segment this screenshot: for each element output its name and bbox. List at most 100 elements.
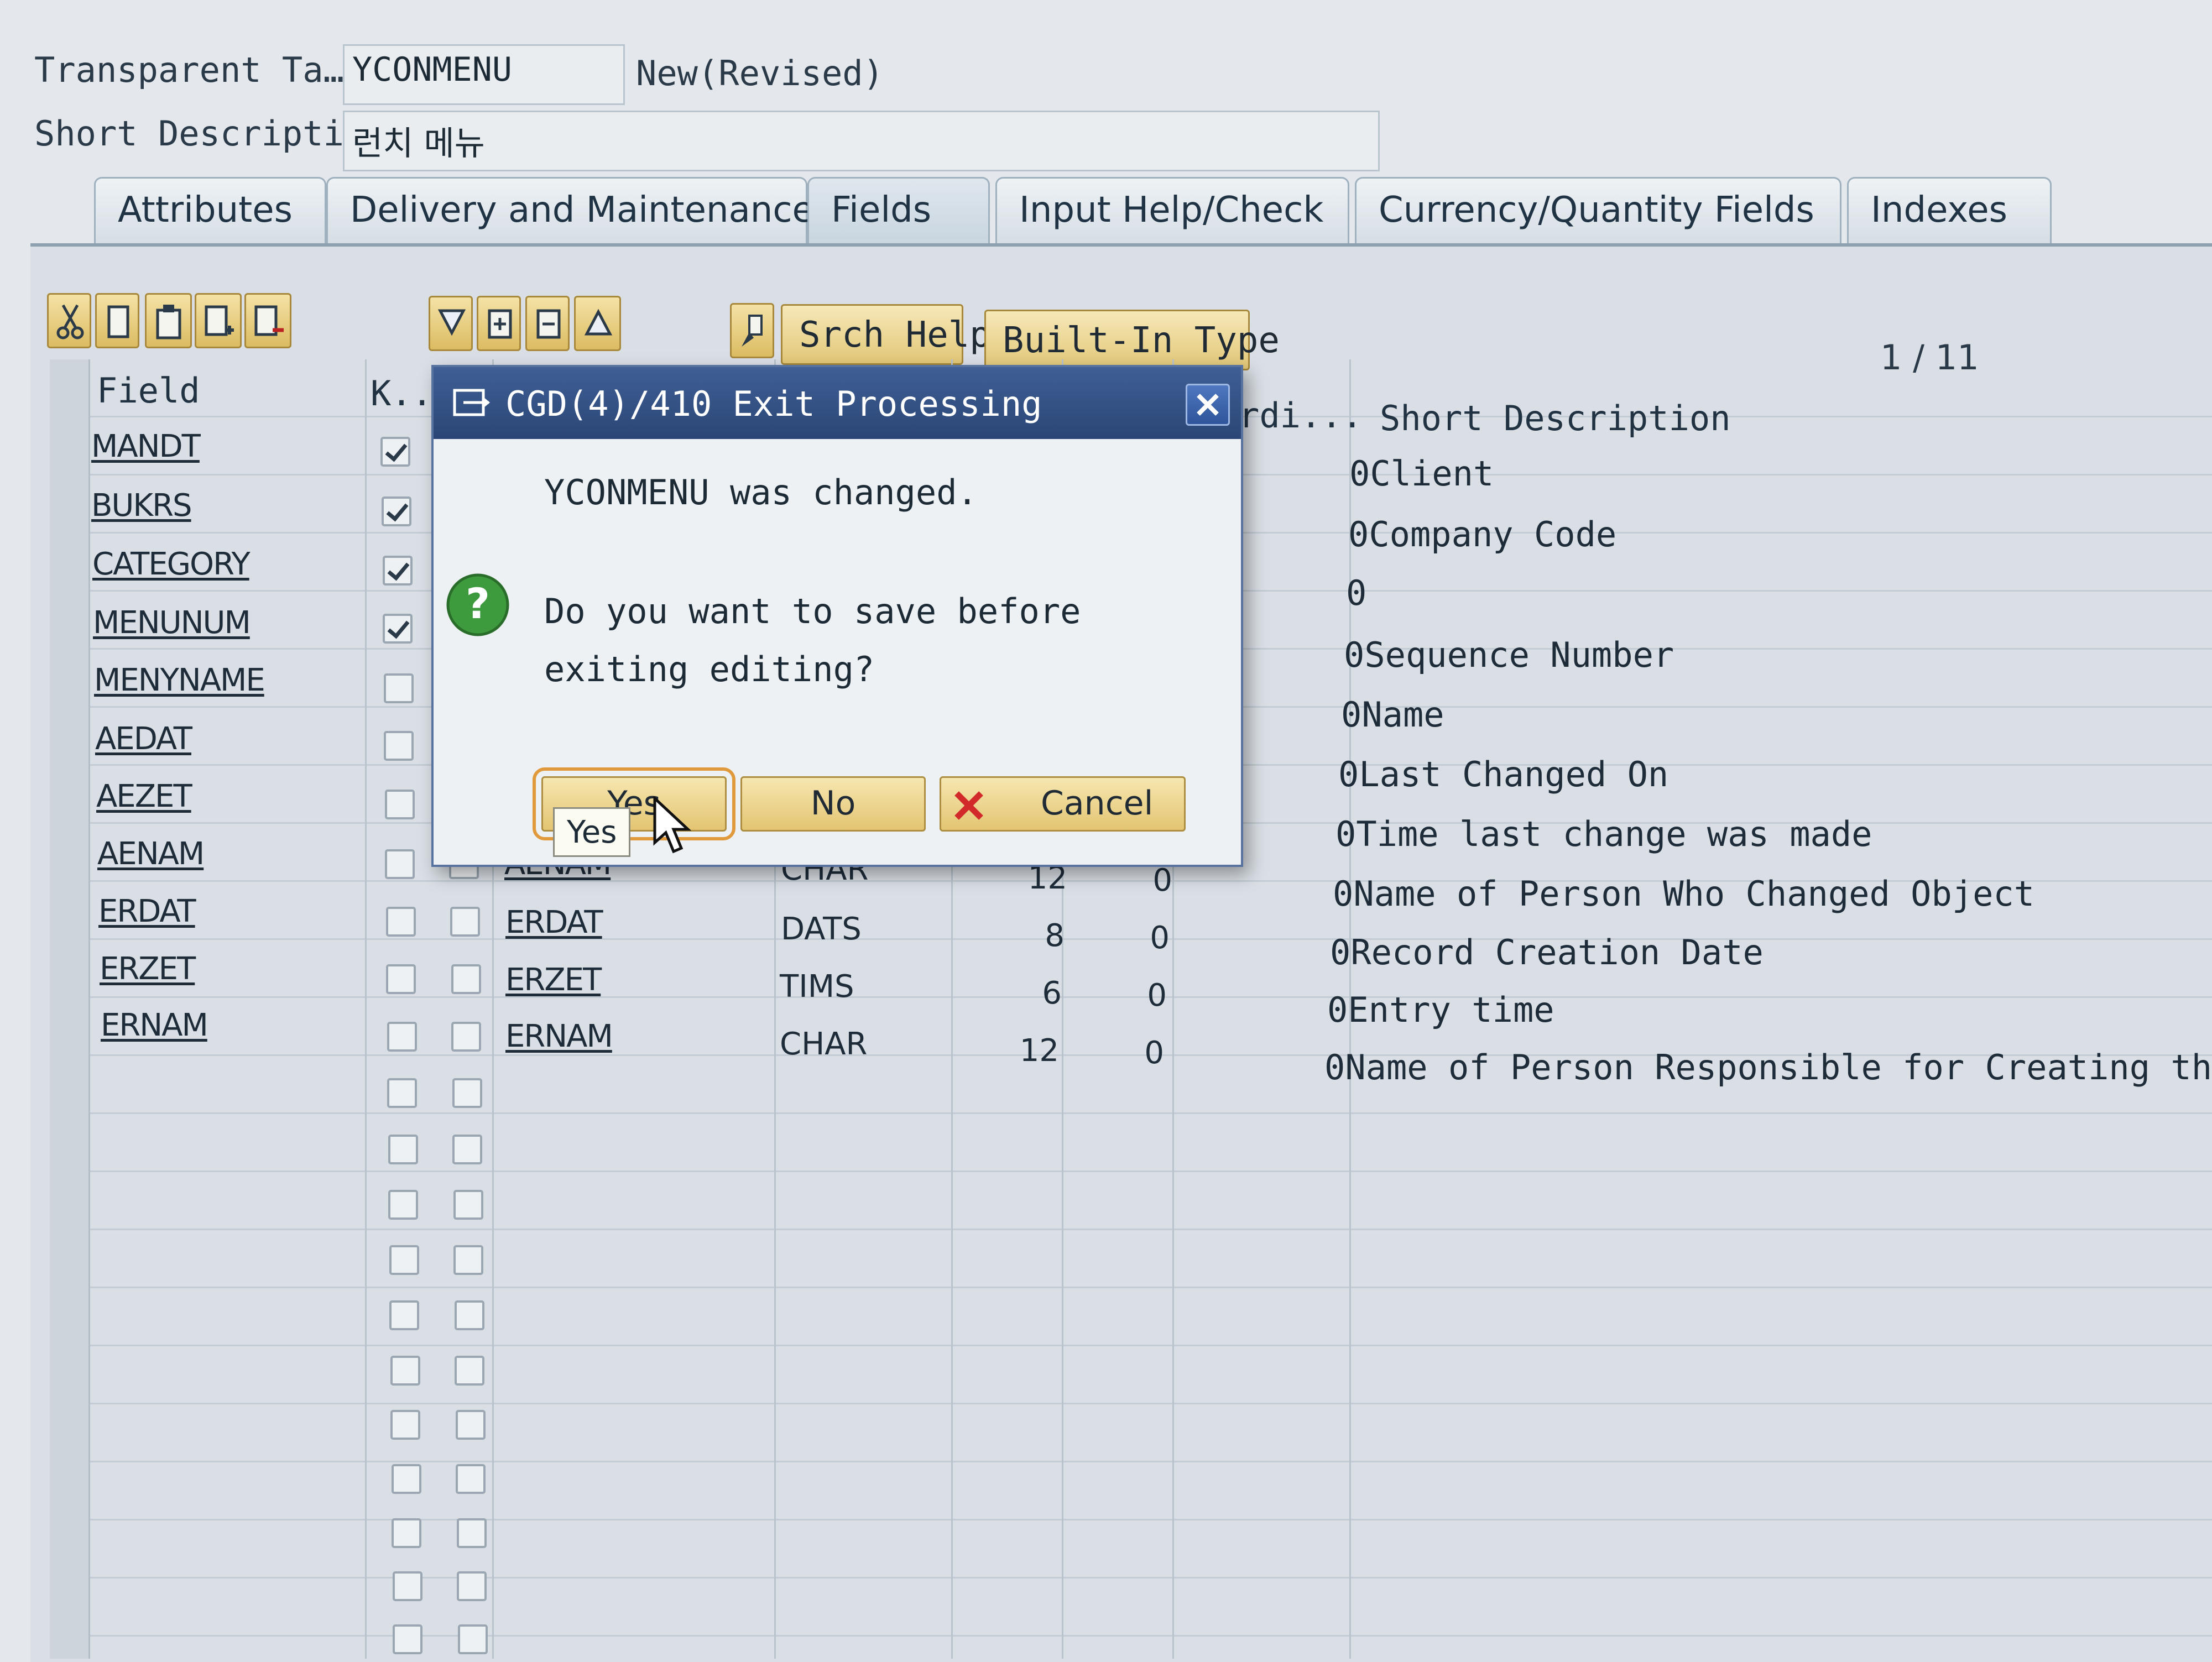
close-icon (1197, 394, 1219, 416)
short-description: 0Name (1341, 694, 1444, 735)
initial-value-checkbox[interactable] (453, 1245, 483, 1275)
key-checkbox[interactable] (387, 1078, 417, 1108)
copy-icon[interactable] (95, 293, 139, 348)
tab-delivery-maintenance[interactable]: Delivery and Maintenance (326, 177, 814, 243)
table-name-field[interactable]: YCONMENU (343, 44, 625, 105)
key-checkbox[interactable] (387, 1022, 417, 1052)
initial-value-checkbox[interactable] (455, 1356, 484, 1386)
key-checkbox[interactable] (392, 1518, 421, 1548)
decimal-places: 0 (1147, 978, 1167, 1013)
key-checkbox[interactable] (389, 1300, 419, 1330)
field-name[interactable]: CATEGORY (92, 546, 251, 582)
field-name[interactable]: ERZET (100, 951, 196, 987)
key-checkbox[interactable] (390, 1410, 420, 1440)
dialog-message-line1: YCONMENU was changed. (544, 472, 978, 513)
field-name[interactable]: MANDT (91, 428, 201, 464)
sort-down-icon[interactable] (429, 296, 473, 351)
insert-row-icon[interactable] (195, 293, 242, 348)
key-checkbox[interactable] (393, 1571, 422, 1601)
tab-currency-quantity[interactable]: Currency/Quantity Fields (1355, 177, 1841, 243)
delete-row-icon[interactable] (244, 293, 291, 348)
short-description: 0Sequence Number (1344, 635, 1674, 675)
tab-fields[interactable]: Fields (807, 177, 990, 243)
tab-input-help-check[interactable]: Input Help/Check (995, 177, 1349, 243)
key-checkbox[interactable] (392, 1464, 421, 1494)
mouse-cursor-icon (653, 796, 691, 854)
dialog-window-icon (453, 389, 490, 416)
field-name[interactable]: AEDAT (95, 721, 192, 757)
key-checkbox[interactable] (388, 1135, 418, 1164)
short-description: 0Last Changed On (1338, 754, 1669, 795)
short-description: 0Entry time (1327, 990, 1554, 1030)
search-help-icon[interactable] (730, 303, 774, 358)
column-header-field[interactable]: Field (97, 370, 200, 411)
column-header-short-description[interactable]: Short Description (1380, 398, 1731, 438)
field-name[interactable]: MENYNAME (94, 662, 265, 698)
field-name[interactable]: ERDAT (98, 893, 196, 929)
cancel-label: Cancel (1041, 784, 1154, 823)
tab-indexes[interactable]: Indexes (1847, 177, 2052, 243)
key-checkbox[interactable] (388, 1190, 418, 1220)
short-description-label: Short Descriptio (34, 113, 365, 154)
field-name[interactable]: ERNAM (101, 1007, 208, 1043)
data-element[interactable]: ERZET (505, 962, 602, 998)
data-type: DATS (781, 911, 862, 947)
initial-value-checkbox[interactable] (456, 1464, 486, 1494)
key-checkbox[interactable] (380, 437, 410, 467)
initial-value-checkbox[interactable] (455, 1300, 484, 1330)
svg-text:?: ? (466, 579, 490, 628)
initial-value-checkbox[interactable] (451, 1022, 481, 1052)
short-description: 0Name of Person Who Changed Object (1333, 874, 2035, 914)
key-checkbox[interactable] (384, 673, 414, 703)
table-name-label: Transparent Ta… (34, 50, 344, 90)
column-header-decimal[interactable]: rdi... (1239, 395, 1363, 436)
key-checkbox[interactable] (390, 1356, 420, 1386)
initial-value-checkbox[interactable] (451, 964, 481, 994)
short-description: 0Client (1349, 453, 1494, 494)
key-checkbox[interactable] (386, 964, 416, 994)
field-name[interactable]: BUKRS (91, 488, 192, 524)
initial-value-checkbox[interactable] (450, 907, 480, 937)
initial-value-checkbox[interactable] (456, 1410, 486, 1440)
key-checkbox[interactable] (393, 1624, 422, 1654)
short-description: 0Company Code (1348, 514, 1617, 555)
srch-help-button[interactable]: Srch Help (781, 304, 991, 365)
field-name[interactable]: MENUNUM (93, 605, 251, 641)
key-checkbox[interactable] (383, 614, 413, 644)
length: 12 (1019, 1033, 1059, 1069)
initial-value-checkbox[interactable] (453, 1190, 483, 1220)
initial-value-checkbox[interactable] (457, 1518, 487, 1548)
field-name[interactable]: AEZET (96, 778, 192, 814)
data-element[interactable]: ERNAM (505, 1018, 613, 1054)
tab-attributes[interactable]: Attributes (94, 177, 326, 243)
paste-icon[interactable] (145, 293, 192, 348)
key-checkbox[interactable] (383, 556, 413, 586)
field-name[interactable]: AENAM (97, 836, 205, 872)
sort-up-icon[interactable] (574, 296, 621, 351)
dialog-title-bar[interactable]: CGD(4)/410 Exit Processing (434, 367, 1241, 439)
decimal-places: 0 (1152, 863, 1172, 898)
dialog-close-button[interactable] (1186, 384, 1230, 426)
data-type: TIMS (780, 969, 854, 1005)
key-checkbox[interactable] (386, 907, 416, 937)
key-checkbox[interactable] (385, 790, 415, 819)
expand-icon[interactable] (477, 296, 521, 351)
initial-value-checkbox[interactable] (457, 1571, 487, 1601)
initial-value-checkbox[interactable] (452, 1135, 482, 1164)
initial-value-checkbox[interactable] (458, 1624, 488, 1654)
cut-icon[interactable] (47, 293, 91, 348)
initial-value-checkbox[interactable] (452, 1078, 482, 1108)
data-element[interactable]: ERDAT (505, 905, 603, 940)
cancel-button[interactable]: Cancel (940, 776, 1186, 832)
row-selector-column[interactable] (50, 359, 90, 1659)
short-description-field[interactable]: 런치 메뉴 (343, 111, 1380, 171)
key-checkbox[interactable] (384, 731, 414, 761)
question-icon: ? (446, 573, 509, 636)
column-header-key[interactable]: K.. (371, 373, 432, 414)
key-checkbox[interactable] (389, 1245, 419, 1275)
key-checkbox[interactable] (385, 849, 415, 879)
no-button[interactable]: No (740, 776, 926, 832)
short-description: 0Name of Person Responsible for Creating… (1324, 1047, 2212, 1088)
key-checkbox[interactable] (382, 496, 411, 526)
collapse-icon[interactable] (525, 296, 570, 351)
